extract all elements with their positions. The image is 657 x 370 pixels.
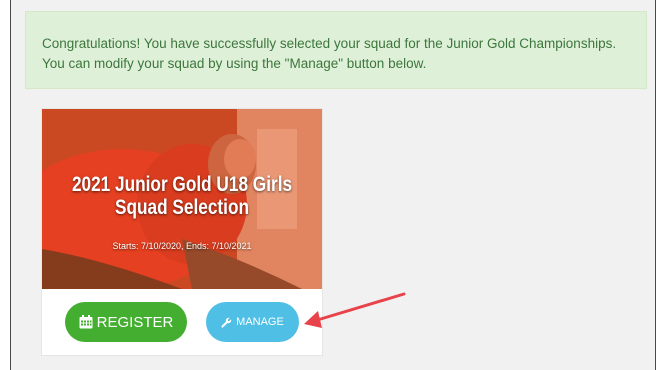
annotation-arrow bbox=[304, 292, 406, 328]
